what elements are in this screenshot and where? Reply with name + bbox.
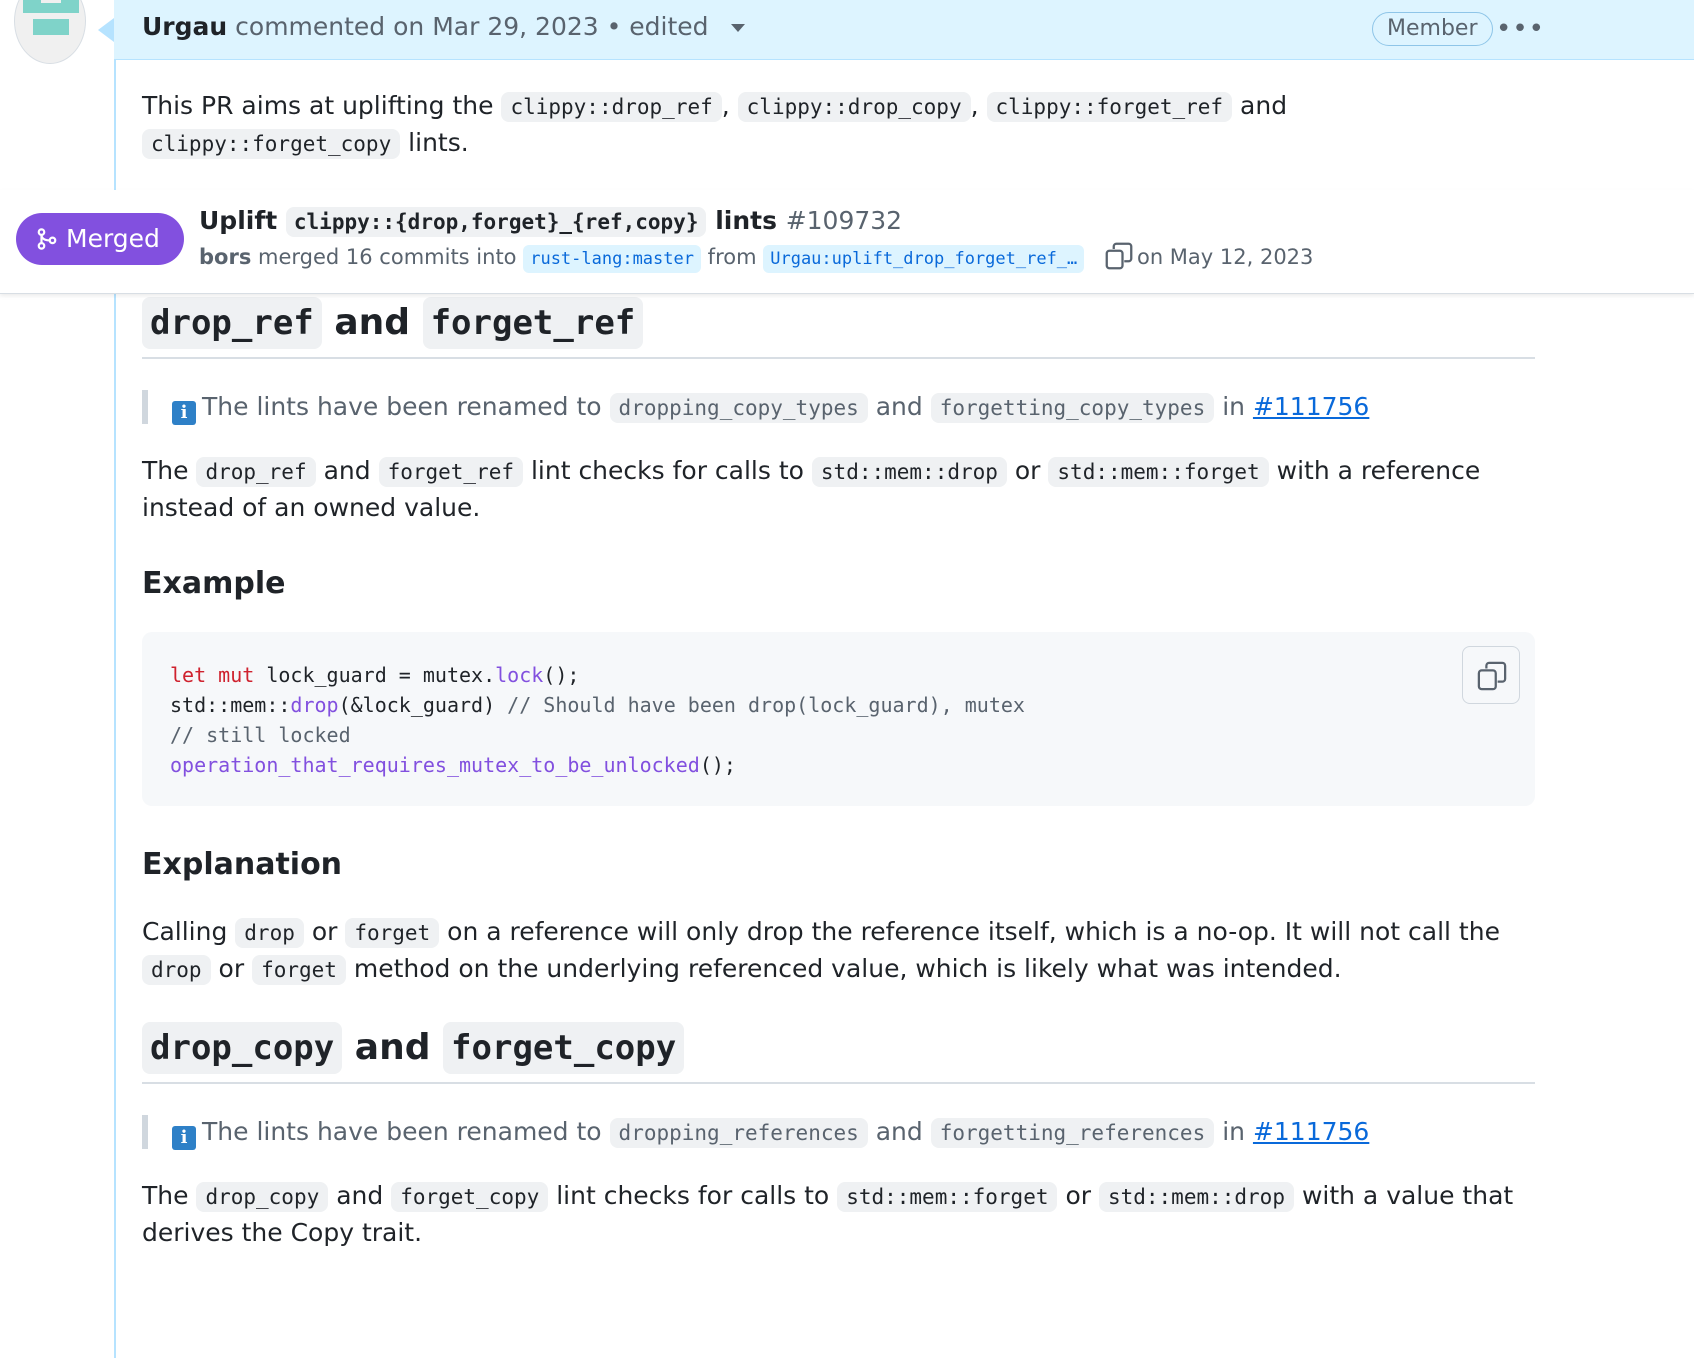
- pr-number: #109732: [785, 206, 903, 235]
- copy-code-button[interactable]: [1462, 646, 1520, 704]
- code-block: let mut lock_guard = mutex.lock(); std::…: [142, 632, 1535, 806]
- merge-actor[interactable]: bors: [199, 245, 251, 269]
- base-branch[interactable]: rust-lang:master: [523, 245, 701, 273]
- pr-sticky-header: Merged Uplift clippy::{drop,forget}_{ref…: [0, 190, 1694, 294]
- section-heading-drop-copy: drop_copy and forget_copy: [142, 1022, 685, 1074]
- pr-title: Uplift clippy::{drop,forget}_{ref,copy} …: [199, 206, 903, 237]
- kebab-menu-icon[interactable]: •••: [1496, 14, 1545, 44]
- merge-date: on May 12, 2023: [1136, 245, 1314, 269]
- caret-down-icon[interactable]: [730, 24, 745, 32]
- explanation-heading: Explanation: [142, 847, 343, 882]
- role-badge: Member: [1372, 12, 1493, 46]
- section-heading-drop-ref: drop_ref and forget_ref: [142, 297, 644, 349]
- git-merge-icon: [37, 228, 57, 250]
- comment-intro: This PR aims at uplifting the clippy::dr…: [142, 91, 1288, 159]
- comment-action[interactable]: commented on Mar 29, 2023 • edited: [235, 12, 708, 41]
- rename-note: i The lints have been renamed to dropping…: [142, 390, 1369, 425]
- copy-icon: [1477, 661, 1507, 691]
- comment-author[interactable]: Urgau: [142, 12, 227, 41]
- info-icon: i: [172, 401, 196, 425]
- info-icon: i: [172, 1126, 196, 1150]
- user-avatar[interactable]: [14, 0, 86, 64]
- merged-label: Merged: [66, 224, 160, 253]
- merged-status-badge: Merged: [16, 213, 184, 265]
- head-branch[interactable]: Urgau:uplift_drop_forget_ref_…: [763, 245, 1085, 273]
- lint-description: The drop_copy and forget_copy lint check…: [142, 1181, 1514, 1247]
- comment-header-text: Urgau commented on Mar 29, 2023 • edited: [142, 12, 745, 41]
- heading-divider: [142, 357, 1535, 359]
- heading-divider: [142, 1082, 1535, 1084]
- comment-pointer: [98, 18, 114, 42]
- issue-link[interactable]: #111756: [1253, 1117, 1369, 1146]
- rename-note: i The lints have been renamed to dropping…: [142, 1115, 1369, 1150]
- copy-icon[interactable]: [1105, 242, 1133, 270]
- example-heading: Example: [142, 566, 286, 601]
- explanation-text: Calling drop or forget on a reference wi…: [142, 917, 1500, 985]
- issue-link[interactable]: #111756: [1253, 392, 1369, 421]
- pr-meta: bors merged 16 commits into rust-lang:ma…: [199, 242, 1314, 273]
- lint-description: The drop_ref and forget_ref lint checks …: [142, 456, 1481, 522]
